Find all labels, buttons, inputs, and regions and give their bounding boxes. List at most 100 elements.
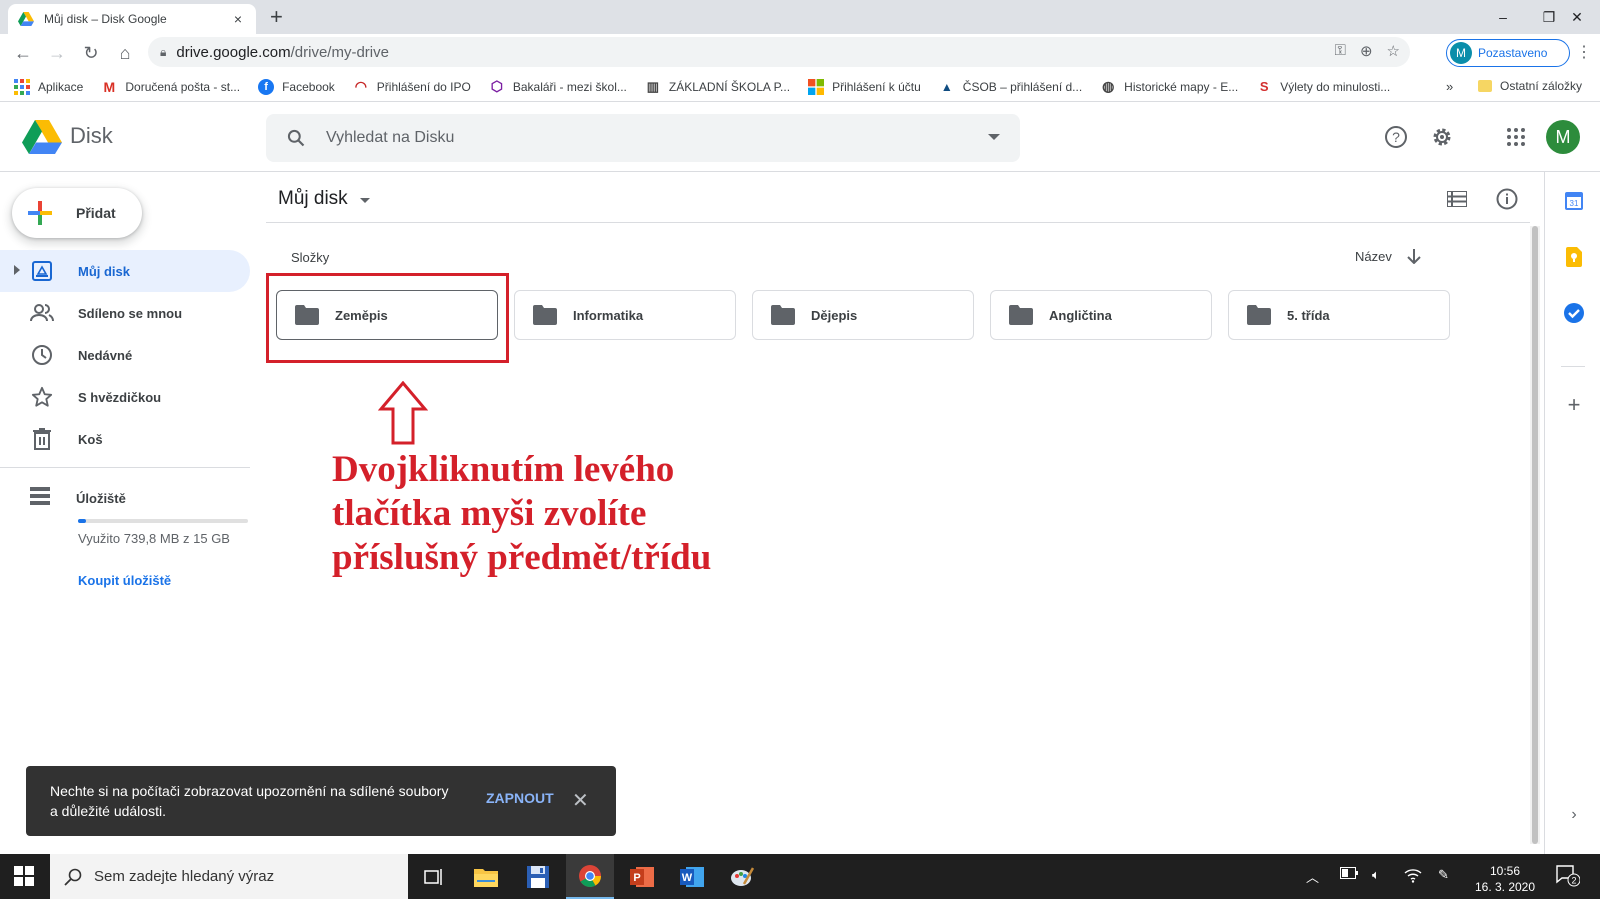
account-avatar[interactable]: M (1546, 120, 1580, 154)
sort-arrow-down-icon[interactable] (1406, 248, 1422, 264)
folder-card-informatika[interactable]: Informatika (514, 290, 736, 340)
word-icon[interactable]: W (668, 854, 716, 899)
bookmark-historicke-mapy[interactable]: ◍ Historické mapy - E... (1100, 78, 1238, 95)
sidebar-divider (0, 467, 250, 468)
tray-chevron-up-icon[interactable]: ︿ (1306, 867, 1319, 886)
pen-icon[interactable]: ✎ (1438, 867, 1449, 883)
wifi-icon[interactable] (1404, 867, 1422, 886)
apps-launcher-icon[interactable] (1503, 124, 1529, 150)
settings-gear-icon[interactable] (1429, 124, 1455, 150)
bookmark-star-icon[interactable]: ☆ (1387, 42, 1400, 60)
scrollbar-thumb[interactable] (1532, 226, 1538, 844)
folder-card-dejepis[interactable]: Dějepis (752, 290, 974, 340)
annotation-line: příslušný předmět/třídu (332, 537, 712, 578)
expand-arrow-icon[interactable] (14, 265, 20, 275)
windows-start-icon[interactable] (14, 866, 34, 886)
list-view-icon[interactable] (1444, 186, 1470, 212)
taskbar-search[interactable]: Sem zadejte hledaný výraz (50, 854, 408, 899)
bookmark-apps[interactable]: Aplikace (14, 78, 83, 95)
close-window-button[interactable]: ✕ (1554, 0, 1600, 34)
minimize-button[interactable]: – (1480, 0, 1526, 34)
sidebar-item-recent[interactable]: Nedávné (0, 334, 250, 376)
folder-name: Dějepis (811, 307, 858, 323)
bakalari-icon: ⬡ (490, 78, 503, 94)
bookmark-vylety[interactable]: S Výlety do minulosti... (1256, 79, 1390, 95)
address-bar[interactable]: 🔒︎ drive.google.com/drive/my-drive ⚿ ⊕ ☆ (148, 37, 1410, 67)
home-icon[interactable]: ⌂ (110, 38, 140, 68)
sidebar-item-shared[interactable]: Sdíleno se mnou (0, 292, 250, 334)
storage-progress-bar (78, 519, 248, 523)
task-view-icon[interactable] (410, 854, 458, 899)
add-addon-icon[interactable]: + (1563, 392, 1585, 417)
star-icon (30, 385, 54, 409)
keep-icon[interactable] (1563, 246, 1585, 268)
app-name[interactable]: Disk (70, 123, 113, 149)
new-tab-button[interactable]: + (270, 6, 283, 28)
chevron-right-icon[interactable]: › (1563, 804, 1585, 826)
file-explorer-icon[interactable] (462, 854, 510, 899)
volume-icon[interactable]: 🔈︎ (1372, 867, 1380, 883)
powerpoint-icon[interactable]: P (618, 854, 666, 899)
browser-menu-icon[interactable]: ⋮ (1576, 42, 1592, 62)
csob-icon: ▲ (940, 79, 953, 94)
search-input[interactable] (326, 129, 966, 147)
bookmark-gmail[interactable]: M Doručená pošta - st... (101, 79, 241, 95)
new-button[interactable]: Přidat (12, 188, 142, 238)
browser-tab[interactable]: Můj disk – Disk Google × (8, 4, 256, 34)
buy-storage-link[interactable]: Koupit úložiště (78, 573, 171, 588)
bookmarks-more-button[interactable]: » (1446, 79, 1453, 94)
info-icon[interactable] (1494, 186, 1520, 212)
search-icon[interactable] (286, 128, 306, 148)
clock-icon (30, 343, 54, 367)
tab-title: Můj disk – Disk Google (44, 12, 167, 26)
sidebar-item-trash[interactable]: Koš (0, 418, 250, 460)
bookmark-ipo[interactable]: ◠ Přihlášení do IPO (353, 78, 471, 95)
sort-control[interactable]: Název (1355, 248, 1422, 264)
storage-label[interactable]: Úložiště (76, 491, 126, 506)
add-circle-icon[interactable]: ⊕ (1360, 42, 1373, 60)
paint-icon[interactable] (718, 854, 766, 899)
save-disk-icon[interactable] (514, 854, 562, 899)
chrome-icon[interactable] (566, 854, 614, 899)
bookmark-bakalari[interactable]: ⬡ Bakaláři - mezi škol... (489, 78, 627, 95)
tasks-icon[interactable] (1563, 302, 1585, 324)
other-bookmarks[interactable]: Ostatní záložky (1478, 79, 1582, 93)
browser-toolbar: ← → ↻ ⌂ 🔒︎ drive.google.com/drive/my-dri… (0, 34, 1600, 72)
drive-header: Disk ? M (0, 102, 1600, 172)
key-icon[interactable]: ⚿ (1335, 42, 1346, 60)
bottom-strip (0, 899, 1600, 907)
annotation-text: Dvojkliknutím levého tlačítka myši zvolí… (332, 448, 852, 580)
folder-card-5-trida[interactable]: 5. třída (1228, 290, 1450, 340)
bookmark-label: Přihlášení k účtu (832, 79, 921, 94)
folder-icon (533, 305, 557, 325)
help-icon[interactable]: ? (1383, 124, 1409, 150)
taskbar-clock[interactable]: 10:56 16. 3. 2020 (1470, 863, 1540, 895)
reload-icon[interactable]: ↻ (76, 38, 106, 68)
profile-button[interactable]: M Pozastaveno (1446, 39, 1570, 67)
drive-logo-icon[interactable] (22, 120, 62, 154)
url-host: drive.google.com (176, 43, 291, 61)
calendar-icon[interactable]: 31 (1563, 190, 1585, 212)
search-bar[interactable] (266, 114, 1020, 162)
storage-used-text: Využito 739,8 MB z 15 GB (78, 531, 230, 546)
snackbar-enable-button[interactable]: ZAPNOUT (486, 790, 554, 806)
tab-close-icon[interactable]: × (230, 11, 246, 27)
action-center-icon[interactable]: 2 (1556, 865, 1581, 887)
main-scrollbar[interactable] (1530, 226, 1540, 844)
url-text[interactable]: drive.google.com/drive/my-drive (176, 44, 389, 61)
battery-icon[interactable] (1340, 867, 1358, 882)
bookmark-csob[interactable]: ▲ ČSOB – přihlášení d... (939, 79, 1082, 95)
breadcrumb[interactable]: Můj disk (278, 188, 370, 210)
search-options-icon[interactable] (988, 134, 1000, 140)
folder-name: 5. třída (1287, 307, 1330, 323)
snackbar-close-icon[interactable]: ✕ (572, 788, 589, 813)
lock-icon[interactable]: 🔒︎ (160, 45, 166, 60)
sidebar-item-starred[interactable]: S hvězdičkou (0, 376, 250, 418)
sidebar-item-my-drive[interactable]: Můj disk (0, 250, 250, 292)
folder-card-anglictina[interactable]: Angličtina (990, 290, 1212, 340)
back-icon[interactable]: ← (8, 38, 38, 68)
bookmark-microsoft[interactable]: Přihlášení k účtu (808, 78, 921, 95)
bookmark-facebook[interactable]: f Facebook (258, 78, 335, 95)
forward-icon[interactable]: → (42, 38, 72, 68)
bookmark-zs[interactable]: ▥ ZÁKLADNÍ ŠKOLA P... (645, 79, 790, 95)
